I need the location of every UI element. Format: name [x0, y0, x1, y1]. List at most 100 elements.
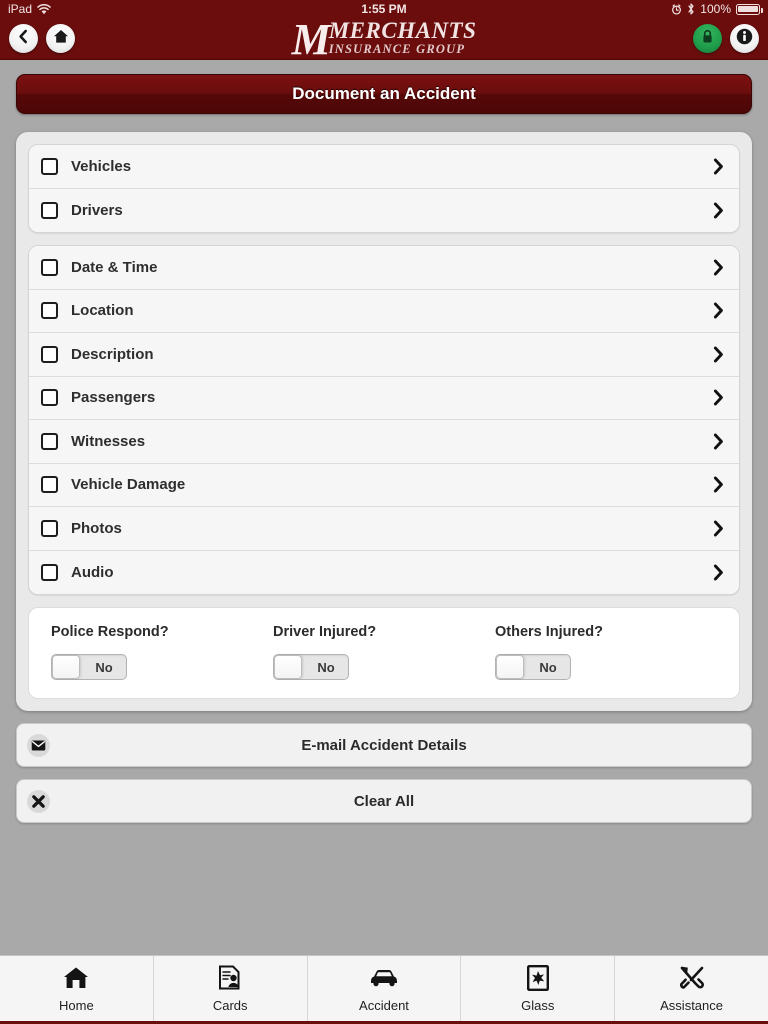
- logo-tagline: INSURANCE GROUP: [328, 42, 466, 57]
- toggle-knob: [274, 655, 302, 679]
- row-checkbox[interactable]: [41, 476, 58, 494]
- chevron-right-icon: [712, 564, 725, 581]
- nav-bar-left: [9, 24, 75, 53]
- cracked-glass-icon: [526, 964, 549, 991]
- toggle-police-respond: Police Respond? No: [51, 624, 273, 680]
- tab-home[interactable]: Home: [0, 956, 154, 1021]
- status-bar-left: iPad: [8, 2, 51, 16]
- home-icon: [53, 29, 69, 49]
- list-item-label: Drivers: [71, 201, 123, 219]
- chevron-right-icon: [712, 346, 725, 363]
- bluetooth-icon: [687, 3, 695, 15]
- toggle-switch[interactable]: No: [51, 654, 127, 680]
- toggle-driver-injured: Driver Injured? No: [273, 624, 495, 680]
- info-button[interactable]: [730, 24, 759, 53]
- chevron-right-icon: [712, 389, 725, 406]
- toggle-label: Others Injured?: [495, 624, 603, 640]
- list-item[interactable]: Date & Time: [29, 246, 739, 290]
- list-item-label: Audio: [71, 563, 114, 581]
- toggle-others-injured: Others Injured? No: [495, 624, 717, 680]
- list-item-label: Location: [71, 302, 134, 320]
- chevron-right-icon: [712, 158, 725, 175]
- app-screen: iPad 1:55 PM 100% M MERCHANTS INSURANCE …: [0, 0, 768, 1024]
- toggle-label: Police Respond?: [51, 624, 169, 640]
- tab-label: Assistance: [660, 997, 724, 1013]
- list-item[interactable]: Photos: [29, 507, 739, 551]
- battery-percent: 100%: [700, 2, 731, 16]
- section-group-primary: Vehicles Drivers: [28, 144, 740, 233]
- tab-label: Cards: [212, 997, 248, 1013]
- tab-cards[interactable]: Cards: [154, 956, 308, 1021]
- section-group-details: Date & Time Location Description Passeng…: [28, 245, 740, 595]
- device-name: iPad: [8, 2, 33, 16]
- row-checkbox[interactable]: [41, 432, 58, 450]
- tab-label: Home: [59, 997, 94, 1013]
- brand-logo: M MERCHANTS INSURANCE GROUP: [0, 15, 768, 65]
- home-button[interactable]: [46, 24, 75, 53]
- tab-label: Glass: [521, 997, 555, 1013]
- list-item-label: Description: [71, 345, 154, 363]
- list-item[interactable]: Audio: [29, 550, 739, 594]
- row-checkbox[interactable]: [41, 258, 58, 276]
- chevron-right-icon: [712, 433, 725, 450]
- row-checkbox[interactable]: [41, 389, 58, 407]
- list-item[interactable]: Description: [29, 333, 739, 377]
- logo-mark: M: [291, 15, 331, 65]
- accident-sections-panel: Vehicles Drivers Date & Time Location De…: [16, 132, 752, 711]
- row-checkbox[interactable]: [41, 302, 58, 320]
- status-bar: iPad 1:55 PM 100%: [0, 0, 768, 18]
- action-button-label: Clear All: [353, 792, 415, 810]
- toggle-label: Driver Injured?: [273, 624, 377, 640]
- tab-assistance[interactable]: Assistance: [615, 956, 768, 1021]
- bottom-tab-bar: Home Cards Accident Glass Assistance: [0, 955, 768, 1024]
- email-accident-details-button[interactable]: E-mail Accident Details: [16, 723, 752, 767]
- list-item-label: Passengers: [71, 389, 156, 407]
- list-item-label: Vehicle Damage: [71, 476, 186, 494]
- tools-icon: [679, 965, 705, 991]
- clear-all-button[interactable]: Clear All: [16, 779, 752, 823]
- wifi-icon: [37, 3, 51, 15]
- row-checkbox[interactable]: [41, 519, 58, 537]
- nav-bar-right: [693, 24, 759, 53]
- list-item-label: Witnesses: [71, 432, 146, 450]
- toggle-switch[interactable]: No: [495, 654, 571, 680]
- battery-full-icon: [736, 3, 763, 15]
- toggle-value: No: [539, 659, 557, 675]
- car-icon: [369, 965, 399, 991]
- status-bar-right: 100%: [671, 2, 763, 16]
- list-item-label: Vehicles: [71, 157, 132, 175]
- row-checkbox[interactable]: [41, 201, 58, 219]
- list-item[interactable]: Drivers: [29, 188, 739, 232]
- back-button[interactable]: [9, 24, 38, 53]
- page-title: Document an Accident: [16, 74, 752, 114]
- home-icon: [63, 965, 89, 991]
- row-checkbox[interactable]: [41, 345, 58, 363]
- id-card-icon: [218, 965, 242, 991]
- nav-bar: M MERCHANTS INSURANCE GROUP: [0, 15, 768, 65]
- yes-no-toggles: Police Respond? No Driver Injured? No Ot…: [28, 607, 740, 699]
- alarm-clock-icon: [671, 3, 682, 15]
- lock-button[interactable]: [693, 24, 722, 53]
- tab-label: Accident: [359, 997, 409, 1013]
- chevron-right-icon: [712, 259, 725, 276]
- lock-icon: [701, 29, 714, 49]
- list-item[interactable]: Witnesses: [29, 420, 739, 464]
- status-bar-time: 1:55 PM: [361, 2, 407, 16]
- list-item[interactable]: Passengers: [29, 376, 739, 420]
- list-item[interactable]: Location: [29, 289, 739, 333]
- main-content: Document an Accident Vehicles Drivers Da…: [0, 60, 768, 823]
- row-checkbox[interactable]: [41, 157, 58, 175]
- row-checkbox[interactable]: [41, 563, 58, 581]
- chevron-right-icon: [712, 520, 725, 537]
- tab-accident[interactable]: Accident: [308, 956, 462, 1021]
- list-item-label: Photos: [71, 519, 122, 537]
- tab-glass[interactable]: Glass: [461, 956, 616, 1021]
- toggle-value: No: [317, 659, 335, 675]
- toggle-value: No: [95, 659, 113, 675]
- toggle-switch[interactable]: No: [273, 654, 349, 680]
- chevron-right-icon: [712, 302, 725, 319]
- list-item[interactable]: Vehicles: [29, 145, 739, 189]
- chevron-right-icon: [712, 476, 725, 493]
- toggle-knob: [52, 655, 80, 679]
- list-item[interactable]: Vehicle Damage: [29, 463, 739, 507]
